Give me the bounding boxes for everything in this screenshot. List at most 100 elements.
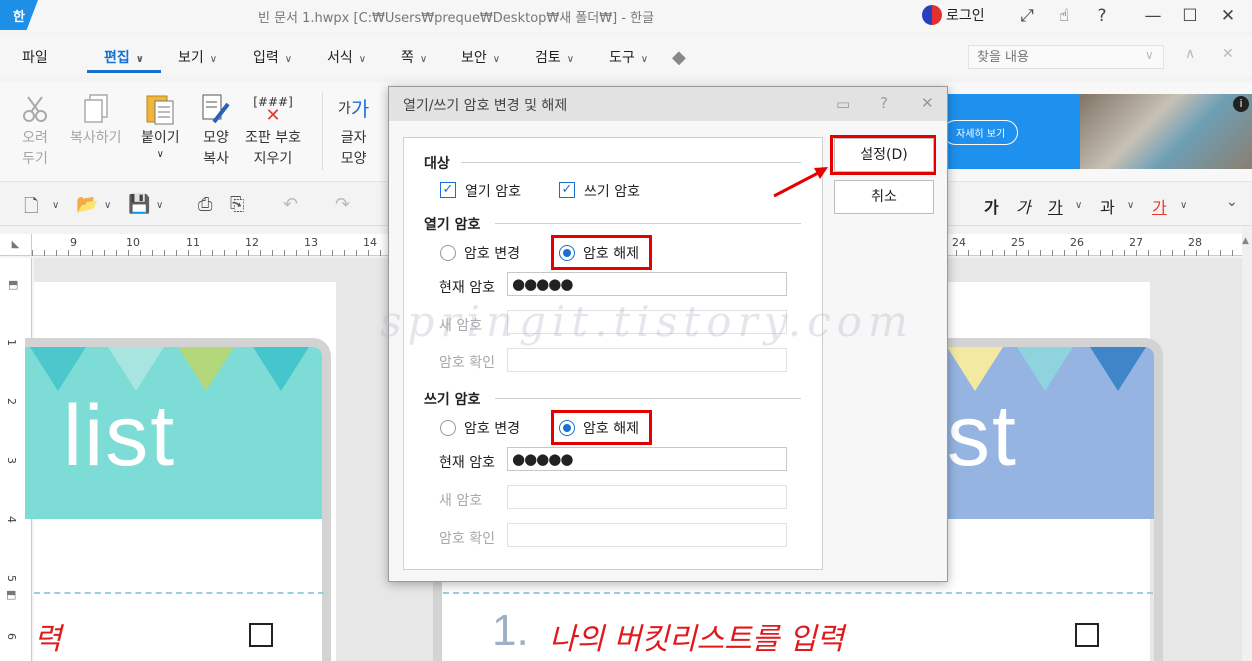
close-search-icon[interactable]: ✕	[1222, 46, 1234, 62]
menu-edit[interactable]: 편집 ∨	[104, 47, 144, 67]
cancel-button[interactable]: 취소	[834, 180, 934, 214]
chevron-down-icon[interactable]: ∨	[1075, 200, 1082, 211]
scroll-up-icon[interactable]: ▲	[1242, 236, 1249, 246]
pennant	[30, 347, 86, 391]
write-confirm-pw-input[interactable]	[507, 523, 787, 547]
ruler-tick-label: 24	[952, 236, 966, 249]
write-change-label: 암호 변경	[464, 421, 520, 437]
italic-button[interactable]: 가	[1016, 194, 1031, 218]
underline-button[interactable]: 가	[1048, 194, 1063, 218]
menu-file[interactable]: 파일	[22, 47, 48, 67]
hand-tool-icon[interactable]: ☝	[1051, 4, 1077, 28]
write-current-pw-input[interactable]: ●●●●●	[507, 447, 787, 471]
dialog-close-icon[interactable]: ✕	[921, 94, 934, 112]
cut-label-2: 두기	[22, 151, 48, 167]
menu-insert[interactable]: 입력 ∨	[253, 47, 292, 67]
menu-label: 서식	[327, 50, 353, 66]
maximize-icon[interactable]: ☐	[1177, 4, 1203, 28]
chevron-down-icon: ∨	[566, 54, 575, 65]
write-new-pw-label: 새 암호	[439, 493, 483, 509]
open-pw-check-label: 열기 암호	[465, 184, 521, 200]
account-icon	[922, 5, 942, 25]
chevron-down-icon[interactable]: ∨	[52, 200, 59, 211]
menu-label: 편집	[104, 50, 130, 66]
open-confirm-pw-label: 암호 확인	[439, 355, 495, 371]
menu-label: 쪽	[401, 50, 414, 66]
chevron-down-icon[interactable]: ∨	[1180, 200, 1187, 211]
cut-label-1: 오려	[22, 130, 48, 146]
menu-page[interactable]: 쪽 ∨	[401, 47, 427, 67]
chevron-down-icon[interactable]: ∨	[1127, 200, 1134, 211]
new-document-icon[interactable]: 🗋	[24, 194, 38, 224]
open-change-radio[interactable]	[440, 245, 456, 261]
undo-icon[interactable]: ↶	[283, 194, 298, 215]
ad-detail-button[interactable]: 자세히 보기	[943, 120, 1019, 145]
collapse-ribbon-icon[interactable]: ∧	[1185, 46, 1195, 62]
login-button[interactable]: 로그인	[922, 5, 985, 25]
menu-tools[interactable]: 도구 ∨	[609, 47, 648, 67]
strikethrough-button[interactable]: 과	[1100, 194, 1115, 218]
expand-toolbar-icon[interactable]: ⌄	[1226, 194, 1238, 210]
fullscreen-icon[interactable]: ⤢	[1014, 4, 1040, 28]
list-number: 1.	[492, 606, 529, 655]
checkbox-square[interactable]	[249, 623, 273, 647]
chevron-down-icon: ∨	[135, 54, 144, 65]
open-confirm-pw-input[interactable]	[507, 348, 787, 372]
char-icon-big: 가	[350, 96, 370, 121]
shapes-icon[interactable]: ◆	[672, 47, 686, 68]
open-folder-icon[interactable]: 📂	[76, 194, 98, 215]
chevron-down-icon[interactable]: ∨	[156, 200, 163, 211]
search-input[interactable]	[968, 45, 1164, 69]
margin-marker-icon[interactable]: ⬒	[6, 588, 16, 601]
shape-copy-label-2: 복사	[203, 151, 229, 167]
help-icon[interactable]: ?	[1089, 4, 1115, 28]
checkbox-square[interactable]	[1075, 623, 1099, 647]
info-icon[interactable]: i	[1233, 96, 1249, 112]
target-section-label: 대상	[424, 156, 450, 172]
minimize-icon[interactable]: —	[1140, 4, 1166, 28]
write-remove-radio[interactable]	[559, 420, 575, 436]
font-color-button[interactable]: 가	[1152, 194, 1167, 218]
login-label: 로그인	[946, 8, 985, 24]
ruler-tick-label: 11	[186, 236, 200, 249]
menu-label: 검토	[535, 50, 561, 66]
set-button[interactable]: 설정(D)	[834, 138, 934, 172]
guide-line	[34, 592, 324, 594]
copy-button[interactable]: 복사하기	[70, 90, 122, 149]
cut-button[interactable]: 오려 두기	[20, 90, 50, 170]
ad-banner[interactable]: 자세히 보기	[935, 94, 1252, 169]
indent-marker-icon[interactable]: ⬒	[8, 278, 18, 291]
menu-review[interactable]: 검토 ∨	[535, 47, 574, 67]
write-new-pw-input[interactable]	[507, 485, 787, 509]
ruler-tick-label: 2	[5, 398, 18, 405]
dialog-help-icon[interactable]: ?	[880, 94, 888, 112]
open-current-pw-input[interactable]: ●●●●●	[507, 272, 787, 296]
print-icon[interactable]: ⎙	[198, 194, 212, 215]
comment-icon[interactable]: ▭	[836, 95, 850, 113]
redo-icon[interactable]: ↷	[335, 194, 350, 215]
print-preview-icon[interactable]: ⎘	[230, 194, 244, 215]
clear-format-button[interactable]: [###] ✕ 조판 부호 지우기	[245, 90, 301, 170]
close-window-icon[interactable]: ✕	[1215, 4, 1241, 28]
write-change-radio[interactable]	[440, 420, 456, 436]
bold-button[interactable]: 가	[984, 194, 999, 218]
menu-security[interactable]: 보안 ∨	[461, 47, 500, 67]
char-shape-button[interactable]: 가가 글자 모양	[338, 90, 369, 170]
menu-view[interactable]: 보기 ∨	[178, 47, 217, 67]
chevron-down-icon[interactable]: ∨	[104, 200, 111, 211]
paste-button[interactable]: 붙이기 ∨	[141, 90, 180, 161]
open-pw-checkbox[interactable]: ✓	[440, 182, 456, 198]
ruler-corner[interactable]: ◣	[0, 234, 32, 256]
shape-copy-button[interactable]: 모양 복사	[200, 90, 232, 170]
open-remove-radio[interactable]	[559, 245, 575, 261]
open-current-pw-label: 현재 암호	[439, 280, 495, 296]
menu-format[interactable]: 서식 ∨	[327, 47, 366, 67]
open-remove-label: 암호 해제	[583, 246, 639, 262]
ruler-tick-label: 1	[5, 339, 18, 346]
write-pw-checkbox[interactable]: ✓	[559, 182, 575, 198]
search-dropdown-icon[interactable]: ∨	[1145, 48, 1154, 62]
vertical-scrollbar[interactable]	[1242, 226, 1252, 661]
ruler-tick-label: 3	[5, 457, 18, 464]
card-left-title: list	[63, 388, 177, 484]
save-icon[interactable]: 💾	[128, 194, 150, 215]
